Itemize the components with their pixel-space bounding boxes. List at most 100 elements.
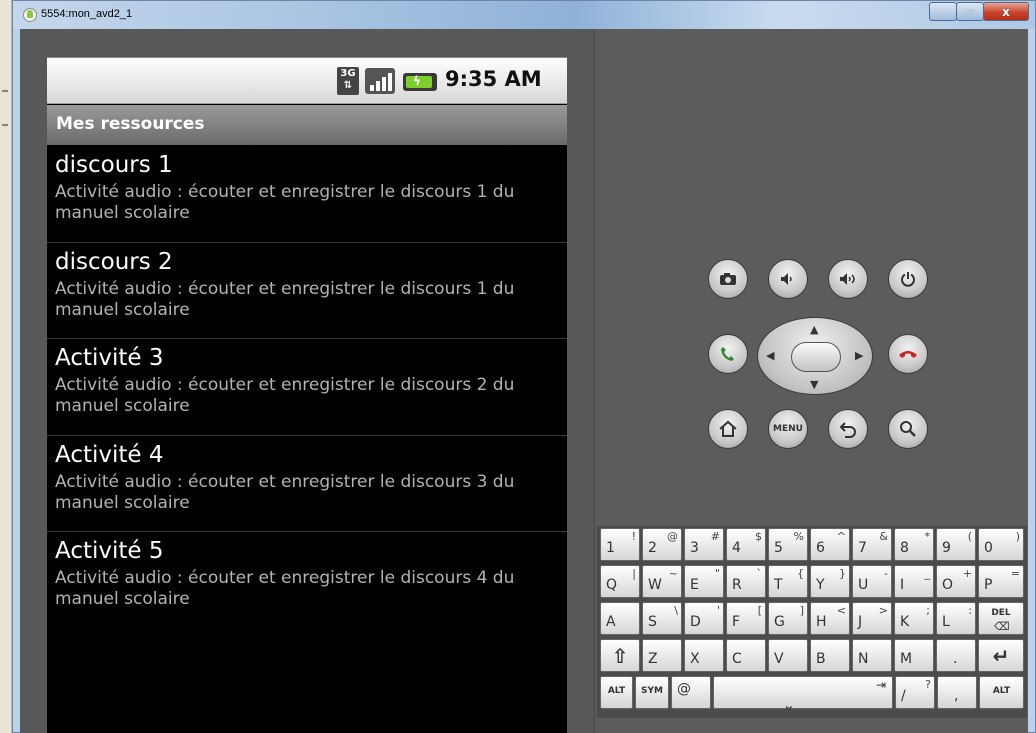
call-button[interactable] bbox=[708, 334, 748, 374]
key-b[interactable]: B bbox=[810, 639, 850, 672]
phone-screen[interactable]: 3G⇅ ϟ 9:35 AM Mes ressources discours 1 bbox=[47, 57, 567, 733]
volume-down-button[interactable] bbox=[768, 259, 808, 299]
key-w[interactable]: W ~ bbox=[642, 565, 682, 598]
delete-label: DEL bbox=[991, 608, 1011, 618]
key-8[interactable]: 8 * bbox=[894, 528, 934, 561]
comma-key[interactable]: , bbox=[937, 676, 977, 709]
key-j[interactable]: J > bbox=[852, 602, 892, 635]
key-h[interactable]: H < bbox=[810, 602, 850, 635]
key-e[interactable]: E " bbox=[684, 565, 724, 598]
end-call-button[interactable] bbox=[888, 334, 928, 374]
slash-key[interactable]: /? bbox=[895, 676, 935, 709]
key-p[interactable]: P = bbox=[978, 565, 1024, 598]
list-item-title: discours 2 bbox=[55, 248, 173, 275]
key-9[interactable]: 9( bbox=[936, 528, 976, 561]
key-6[interactable]: 6 ^ bbox=[810, 528, 850, 561]
key-t[interactable]: T{ bbox=[768, 565, 808, 598]
key-l[interactable]: L: bbox=[936, 602, 976, 635]
list-item[interactable]: Activité 3 Activité audio : écouter et e… bbox=[47, 339, 567, 436]
key-2[interactable]: 2 @ bbox=[642, 528, 682, 561]
power-button[interactable] bbox=[888, 259, 928, 299]
maximize-button[interactable]: ▭ bbox=[956, 2, 984, 21]
search-button[interactable] bbox=[888, 409, 928, 449]
at-key[interactable]: @ bbox=[671, 676, 711, 709]
list-item-title: Activité 4 bbox=[55, 441, 164, 468]
key-primary: M bbox=[900, 651, 913, 667]
back-button[interactable] bbox=[828, 409, 868, 449]
alt-key-right[interactable]: ALT bbox=[979, 676, 1024, 709]
key-a[interactable]: A bbox=[600, 602, 640, 635]
key-3[interactable]: 3 # bbox=[684, 528, 724, 561]
home-button[interactable] bbox=[708, 409, 748, 449]
key-secondary: + bbox=[962, 567, 972, 580]
key-1[interactable]: 1! bbox=[600, 528, 640, 561]
list-item-title: discours 1 bbox=[55, 152, 173, 178]
key-secondary: ^ bbox=[836, 530, 846, 543]
key-primary: @ bbox=[677, 681, 691, 697]
power-icon bbox=[901, 272, 915, 287]
network-label: 3G bbox=[340, 68, 356, 79]
dpad-center-button[interactable] bbox=[791, 342, 841, 372]
list-item[interactable]: discours 1 Activité audio : écouter et e… bbox=[47, 146, 567, 243]
key-x[interactable]: X bbox=[684, 639, 724, 672]
delete-key[interactable]: DEL ⌫ bbox=[978, 602, 1024, 635]
resource-list: discours 1 Activité audio : écouter et e… bbox=[47, 146, 567, 629]
window-titlebar[interactable]: 5554:mon_avd2_1 − ▭ x bbox=[13, 1, 1035, 29]
key-i[interactable]: I _ bbox=[894, 565, 934, 598]
dpad[interactable]: ▲ ▼ ◀ ▶ bbox=[757, 317, 873, 395]
key-u[interactable]: U- bbox=[852, 565, 892, 598]
camera-button[interactable] bbox=[708, 259, 748, 299]
key-secondary: = bbox=[1010, 567, 1020, 580]
key-z[interactable]: Z bbox=[642, 639, 682, 672]
key-period[interactable]: . bbox=[936, 639, 976, 672]
key-7[interactable]: 7 & bbox=[852, 528, 892, 561]
key-m[interactable]: M bbox=[894, 639, 934, 672]
dpad-up-icon[interactable]: ▲ bbox=[810, 323, 818, 336]
space-key[interactable]: ⎵ ⇥ bbox=[713, 676, 893, 709]
menu-button[interactable]: MENU bbox=[768, 409, 808, 449]
volume-up-button[interactable] bbox=[828, 259, 868, 299]
dpad-down-icon[interactable]: ▼ bbox=[810, 378, 818, 391]
dpad-right-icon[interactable]: ▶ bbox=[855, 349, 863, 362]
key-primary: H bbox=[816, 614, 827, 630]
app-title: Mes ressources bbox=[56, 114, 205, 134]
key-q[interactable]: Q | bbox=[600, 565, 640, 598]
list-item[interactable]: Activité 5 Activité audio : écouter et e… bbox=[47, 532, 567, 629]
key-n[interactable]: N bbox=[852, 639, 892, 672]
key-secondary: ) bbox=[1015, 530, 1020, 543]
key-secondary: { bbox=[797, 567, 804, 580]
volume-down-icon bbox=[781, 273, 792, 285]
status-bar: 3G ⇅ ϟ 9:35 AM bbox=[47, 58, 567, 104]
key-0[interactable]: 0) bbox=[978, 528, 1024, 561]
key-d[interactable]: D ' bbox=[684, 602, 724, 635]
menu-label: MENU bbox=[773, 424, 803, 434]
key-primary: 9 bbox=[942, 540, 951, 556]
key-v[interactable]: V bbox=[768, 639, 808, 672]
enter-key[interactable]: ↵ bbox=[978, 639, 1024, 672]
minimize-button[interactable]: − bbox=[929, 2, 957, 21]
shift-key[interactable]: ⇧ bbox=[600, 639, 640, 672]
key-4[interactable]: 4 $ bbox=[726, 528, 766, 561]
list-item[interactable]: discours 2 Activité audio : écouter et e… bbox=[47, 243, 567, 339]
key-f[interactable]: F[ bbox=[726, 602, 766, 635]
key-y[interactable]: Y} bbox=[810, 565, 850, 598]
desktop-tick bbox=[2, 90, 8, 92]
end-call-icon bbox=[899, 351, 917, 358]
key-o[interactable]: O + bbox=[936, 565, 976, 598]
sym-key[interactable]: SYM bbox=[635, 676, 669, 709]
key-r[interactable]: R ` bbox=[726, 565, 766, 598]
battery-charging-icon: ϟ bbox=[403, 73, 437, 91]
key-c[interactable]: C bbox=[726, 639, 766, 672]
tab-icon: ⇥ bbox=[875, 678, 886, 692]
close-button[interactable]: x bbox=[983, 2, 1029, 21]
key-s[interactable]: S \ bbox=[642, 602, 682, 635]
list-item[interactable]: Activité 4 Activité audio : écouter et e… bbox=[47, 436, 567, 532]
key-k[interactable]: K; bbox=[894, 602, 934, 635]
dpad-left-icon[interactable]: ◀ bbox=[766, 349, 774, 362]
key-5[interactable]: 5% bbox=[768, 528, 808, 561]
list-item-title: Activité 5 bbox=[55, 538, 164, 564]
key-secondary: & bbox=[879, 530, 888, 543]
alt-key-left[interactable]: ALT bbox=[600, 676, 633, 709]
key-secondary: : bbox=[968, 604, 972, 617]
key-g[interactable]: G] bbox=[768, 602, 808, 635]
